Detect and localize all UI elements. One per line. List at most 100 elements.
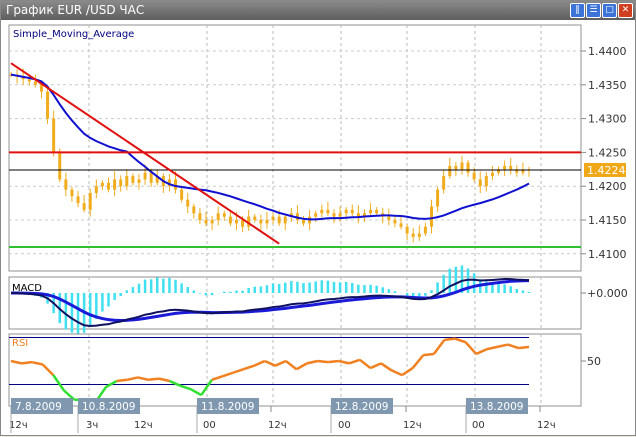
candle-body bbox=[320, 209, 324, 214]
rsi-mid-label: 50 bbox=[587, 355, 601, 368]
candle-body bbox=[33, 81, 37, 85]
candle-body bbox=[119, 179, 123, 187]
candle-body bbox=[436, 189, 440, 207]
rsi-label: RSI bbox=[12, 338, 28, 349]
candle-body bbox=[405, 226, 409, 234]
candle-body bbox=[484, 176, 488, 187]
chart-canvas[interactable]: 1.4400 1.4350 1.4300 1.4250 1.4200 1.4150 1.41… bbox=[1, 1, 635, 435]
hour-label: 00 bbox=[203, 420, 216, 431]
candle-body bbox=[82, 203, 86, 210]
candle-body bbox=[265, 220, 269, 224]
candle-body bbox=[52, 118, 56, 153]
y-tick-label: 1.4200 bbox=[588, 180, 627, 193]
candle-body bbox=[198, 213, 202, 220]
candle-body bbox=[137, 179, 141, 183]
y-tick-label: 1.4300 bbox=[588, 113, 627, 126]
candle-body bbox=[350, 209, 354, 214]
candle-body bbox=[180, 189, 184, 200]
candle-body bbox=[58, 152, 62, 180]
candle-body bbox=[27, 79, 31, 82]
indicator-title: Simple_Moving_Average bbox=[13, 29, 134, 40]
candle-body bbox=[222, 213, 226, 217]
hour-label: 00 bbox=[472, 420, 485, 431]
candle-body bbox=[369, 209, 373, 214]
rsi-segment bbox=[518, 345, 530, 350]
candle-body bbox=[314, 213, 318, 217]
hour-label: 12ч bbox=[134, 420, 153, 431]
date-label: 11.8.2009 bbox=[201, 401, 254, 413]
hour-label: 00 bbox=[338, 420, 351, 431]
candle-body bbox=[76, 196, 80, 204]
candle-body bbox=[271, 216, 275, 220]
candle-body bbox=[216, 213, 220, 220]
rsi-segment bbox=[317, 359, 329, 364]
candle-body bbox=[332, 213, 336, 217]
candle-body bbox=[88, 192, 92, 210]
candle-body bbox=[125, 176, 129, 187]
candle-body bbox=[472, 172, 476, 180]
candle-body bbox=[393, 220, 397, 224]
candle-body bbox=[113, 179, 117, 190]
candle-body bbox=[149, 172, 153, 183]
macd-zero-label: +0.000 bbox=[587, 287, 628, 300]
candle-body bbox=[454, 165, 458, 170]
candle-body bbox=[228, 216, 232, 224]
candle-body bbox=[100, 182, 104, 187]
rsi-segment bbox=[328, 359, 339, 364]
candle-body bbox=[478, 179, 482, 187]
candle-body bbox=[509, 165, 513, 170]
candle-body bbox=[39, 84, 43, 92]
candle-body bbox=[490, 172, 494, 177]
candle-body bbox=[253, 216, 257, 220]
hour-label: 12ч bbox=[537, 420, 556, 431]
date-label: 13.8.2009 bbox=[470, 401, 523, 413]
candle-body bbox=[186, 199, 190, 207]
y-tick-label: 1.4400 bbox=[588, 45, 627, 58]
candle-body bbox=[70, 189, 74, 197]
candle-body bbox=[234, 220, 238, 224]
candle-body bbox=[210, 220, 214, 224]
candle-body bbox=[448, 165, 452, 177]
candle-body bbox=[326, 209, 330, 214]
hour-label: 12ч bbox=[403, 420, 422, 431]
current-price-label: 1.4224 bbox=[587, 164, 626, 177]
rsi-segment bbox=[21, 360, 33, 365]
candle-body bbox=[259, 220, 263, 224]
candle-body bbox=[423, 226, 427, 234]
rsi-panel bbox=[8, 333, 582, 407]
candle-body bbox=[460, 162, 464, 170]
candle-body bbox=[107, 182, 111, 190]
candle-body bbox=[283, 216, 287, 224]
candle-body bbox=[241, 220, 245, 227]
candle-body bbox=[204, 220, 208, 224]
hour-label: 12ч bbox=[268, 420, 287, 431]
candle-body bbox=[503, 165, 507, 170]
candle-body bbox=[442, 176, 446, 190]
y-tick-label: 1.4250 bbox=[588, 146, 627, 159]
rsi-segment bbox=[444, 337, 456, 342]
candle-body bbox=[131, 176, 135, 183]
candle-body bbox=[143, 172, 147, 180]
rsi-segment bbox=[423, 352, 434, 357]
date-label: 10.8.2009 bbox=[82, 401, 135, 413]
chart-window: График EUR /USD ЧАС ‖ ☰ □ ✕ 1.4400 1.4350… bbox=[0, 0, 636, 436]
candle-body bbox=[174, 179, 178, 190]
candle-body bbox=[64, 179, 68, 190]
candle-body bbox=[338, 213, 342, 217]
macd-label: MACD bbox=[12, 283, 42, 294]
candle-body bbox=[411, 233, 415, 237]
candle-body bbox=[399, 223, 403, 227]
date-label: 7.8.2009 bbox=[15, 401, 62, 413]
hour-label: 3ч bbox=[86, 420, 98, 431]
price-panel bbox=[8, 24, 582, 272]
candle-body bbox=[466, 162, 470, 173]
hour-label: 12ч bbox=[9, 420, 28, 431]
candle-body bbox=[387, 216, 391, 220]
y-tick-label: 1.4350 bbox=[588, 79, 627, 92]
candle-body bbox=[192, 206, 196, 214]
candle-body bbox=[46, 91, 50, 119]
candle-body bbox=[94, 186, 98, 193]
candle-body bbox=[429, 206, 433, 227]
y-tick-label: 1.4100 bbox=[588, 248, 627, 261]
rsi-segment bbox=[116, 378, 128, 383]
